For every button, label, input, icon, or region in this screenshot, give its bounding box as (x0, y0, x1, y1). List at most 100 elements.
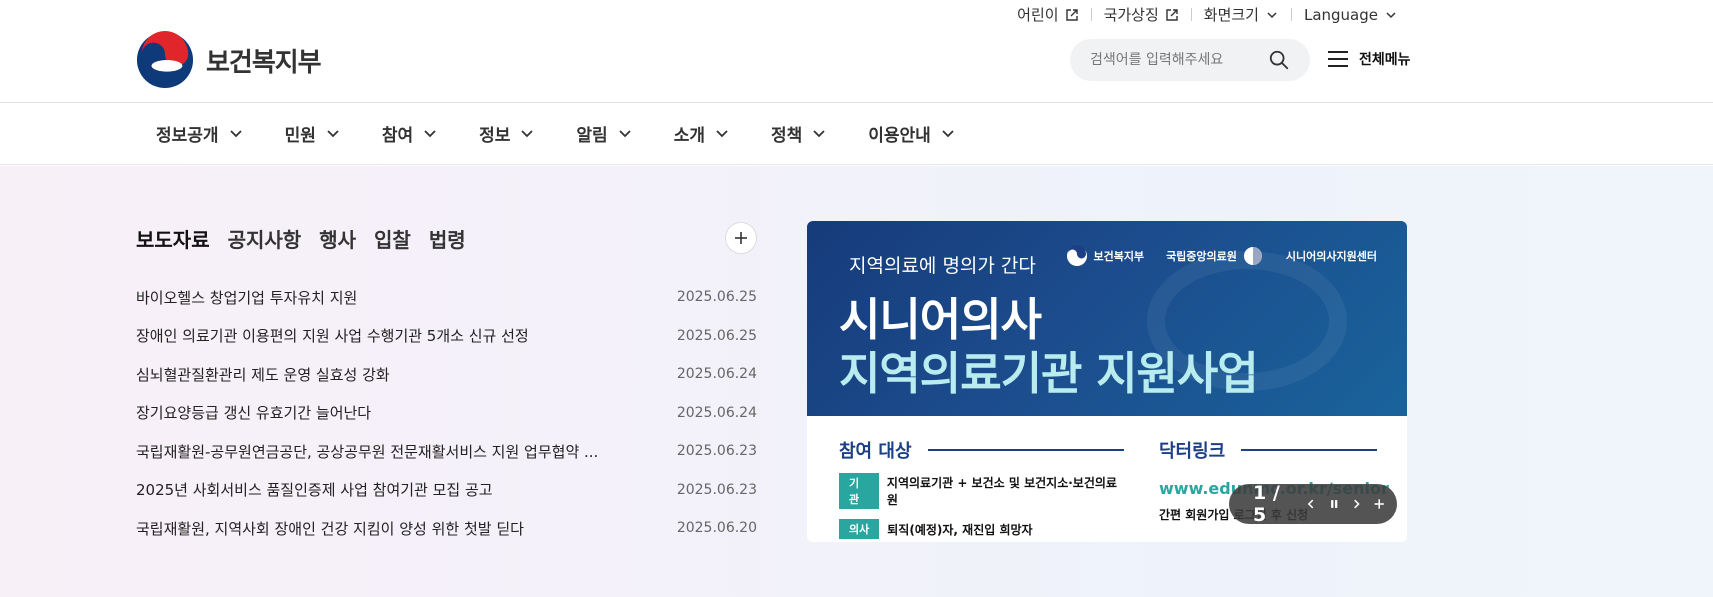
chevron-down-icon (1386, 11, 1396, 18)
news-item[interactable]: 국립재활원, 지역사회 장애인 건강 지킴이 양성 위한 첫발 딛다 2025.0… (136, 509, 757, 548)
news-item[interactable]: 장애인 의료기관 이용편의 지원 사업 수행기관 5개소 신규 선정 2025.0… (136, 317, 757, 356)
site-header: 보건복지부 전체메뉴 (0, 0, 1713, 103)
nav-item[interactable]: 소개 (674, 121, 729, 146)
news-item[interactable]: 2025년 사회서비스 품질인증제 사업 참여기관 모집 공고 2025.06.2… (136, 471, 757, 510)
news-item[interactable]: 장기요양등급 갱신 유효기간 늘어난다 2025.06.24 (136, 394, 757, 433)
taegeuk-logo-icon (136, 31, 194, 89)
news-date: 2025.06.25 (676, 327, 757, 344)
nav-item[interactable]: 알림 (576, 121, 631, 146)
pause-icon[interactable] (1328, 496, 1340, 512)
search-box[interactable] (1070, 39, 1310, 81)
board-tab-label: 공지사항 (227, 228, 302, 252)
news-date: 2025.06.23 (676, 481, 757, 498)
news-title: 국립재활원, 지역사회 장애인 건강 지킴이 양성 위한 첫발 딛다 (136, 519, 524, 538)
national-symbol-label: 국가상징 (1103, 6, 1159, 24)
banner-logo-nmc: 국립중앙의료원 (1166, 245, 1264, 267)
nav-item[interactable]: 민원 (285, 121, 340, 146)
search-icon[interactable] (1268, 49, 1290, 71)
banner-subtitle: 지역의료에 명의가 간다 (849, 255, 1036, 277)
screen-size-dropdown[interactable]: 화면크기 (1192, 4, 1291, 25)
search-input[interactable] (1090, 52, 1260, 68)
plus-icon[interactable] (1373, 496, 1385, 512)
board-tab-label: 행사 (319, 228, 357, 252)
news-title: 바이오헬스 창업기업 투자유치 지원 (136, 288, 358, 307)
next-slide-icon[interactable] (1350, 496, 1362, 512)
board-tab[interactable]: 공지사항 (228, 224, 302, 253)
doctorlink-heading: 닥터링크 (1159, 437, 1377, 463)
kids-label: 어린이 (1017, 6, 1059, 24)
slider-controls: 1 / 5 (1229, 482, 1397, 526)
board-tab-label: 법령 (428, 228, 466, 252)
nav-item-label: 정책 (770, 126, 803, 146)
eligibility-tag: 기관 (839, 473, 879, 509)
more-button[interactable] (725, 222, 757, 254)
taegeuk-logo-icon (1067, 245, 1088, 266)
board-tab[interactable]: 행사 (319, 224, 356, 253)
news-item[interactable]: 바이오헬스 창업기업 투자유치 지원 2025.06.25 (136, 278, 757, 317)
chevron-down-icon (1267, 11, 1277, 18)
nav-item-label: 정보공개 (156, 126, 219, 146)
news-list: 바이오헬스 창업기업 투자유치 지원 2025.06.25 장애인 의료기관 이용편… (136, 278, 757, 548)
banner-eligibility: 참여 대상 기관 지역의료기관 + 보건소 및 보건지소·보건의료원 의사 퇴직… (839, 437, 1124, 539)
main-content: 보도자료 공지사항 행사 입찰 법령 바이오헬스 창업기업 투자유치 지원 2025.06… (0, 166, 1713, 597)
site-title: 보건복지부 (206, 47, 322, 78)
external-link-icon (1166, 8, 1178, 21)
chevron-down-icon (229, 129, 242, 137)
news-item[interactable]: 국립재활원-공무원연금공단, 공상공무원 전문재활서비스 지원 업무협약 ...… (136, 432, 757, 471)
news-title: 국립재활원-공무원연금공단, 공상공무원 전문재활서비스 지원 업무협약 ... (136, 442, 599, 461)
chevron-down-icon (716, 129, 728, 137)
eligibility-heading-text: 참여 대상 (839, 441, 912, 462)
doctorlink-heading-text: 닥터링크 (1159, 441, 1226, 462)
banner-logo-center: 시니어의사지원센터 (1286, 248, 1377, 264)
news-title: 심뇌혈관질환관리 제도 운영 실효성 강화 (136, 365, 390, 384)
board-tabs: 보도자료 공지사항 행사 입찰 법령 (134, 224, 466, 253)
eligibility-text: 지역의료기관 + 보건소 및 보건지소·보건의료원 (886, 476, 1117, 507)
banner-logo3-text: 시니어의사지원센터 (1285, 250, 1377, 263)
all-menu-button[interactable]: 전체메뉴 (1327, 49, 1411, 69)
all-menu-label: 전체메뉴 (1359, 52, 1411, 68)
banner-title-line2: 지역의료기관 지원사업 (839, 347, 1259, 400)
hamburger-icon (1328, 51, 1348, 67)
divider (927, 449, 1124, 451)
nav-item[interactable]: 참여 (382, 121, 437, 146)
chevron-down-icon (327, 129, 339, 137)
chevron-down-icon (424, 129, 436, 137)
board-tab[interactable]: 입찰 (374, 224, 411, 253)
national-symbol-link[interactable]: 국가상징 (1092, 4, 1191, 25)
chevron-down-icon (619, 129, 631, 137)
news-date: 2025.06.24 (676, 366, 757, 383)
news-item[interactable]: 심뇌혈관질환관리 제도 운영 실효성 강화 2025.06.24 (136, 355, 757, 394)
main-navigation: 정보공개 민원 참여 정보 알림 소개 정책 이용안내 (0, 103, 1713, 165)
chevron-down-icon (521, 129, 534, 137)
news-date: 2025.06.20 (676, 520, 757, 537)
language-dropdown[interactable]: Language (1292, 6, 1410, 24)
nav-item-label: 민원 (284, 126, 316, 146)
chevron-down-icon (942, 129, 954, 137)
board-tab[interactable]: 보도자료 (134, 224, 212, 253)
nav-item[interactable]: 정보 (479, 121, 534, 146)
news-title: 장기요양등급 갱신 유효기간 늘어난다 (136, 404, 372, 423)
half-circle-logo-icon (1243, 247, 1262, 265)
eligibility-text: 퇴직(예정)자, 재진입 희망자 (887, 522, 1033, 537)
banner-logo-ministry: 보건복지부 (1066, 245, 1144, 267)
nav-item-label: 정보 (479, 126, 511, 146)
news-date: 2025.06.23 (676, 443, 757, 460)
site-logo[interactable]: 보건복지부 (136, 31, 322, 89)
banner-logo2-text: 국립중앙의료원 (1166, 250, 1237, 263)
eligibility-heading: 참여 대상 (839, 437, 1124, 463)
language-label: Language (1303, 5, 1378, 24)
divider (1241, 449, 1377, 451)
banner-logo1-text: 보건복지부 (1093, 250, 1145, 263)
nav-item-label: 소개 (673, 126, 705, 146)
utility-bar: 어린이 국가상징 화면크기 Language (1005, 4, 1410, 25)
nav-item[interactable]: 정책 (771, 121, 826, 146)
nav-item[interactable]: 정보공개 (156, 121, 243, 146)
nav-item-label: 이용안내 (868, 126, 931, 146)
prev-slide-icon[interactable] (1305, 496, 1317, 512)
external-link-icon (1065, 8, 1078, 21)
nav-item[interactable]: 이용안내 (868, 121, 955, 146)
nav-item-label: 참여 (381, 126, 414, 146)
chevron-down-icon (813, 129, 825, 137)
board-tab[interactable]: 법령 (429, 224, 466, 253)
kids-link[interactable]: 어린이 (1005, 4, 1090, 25)
